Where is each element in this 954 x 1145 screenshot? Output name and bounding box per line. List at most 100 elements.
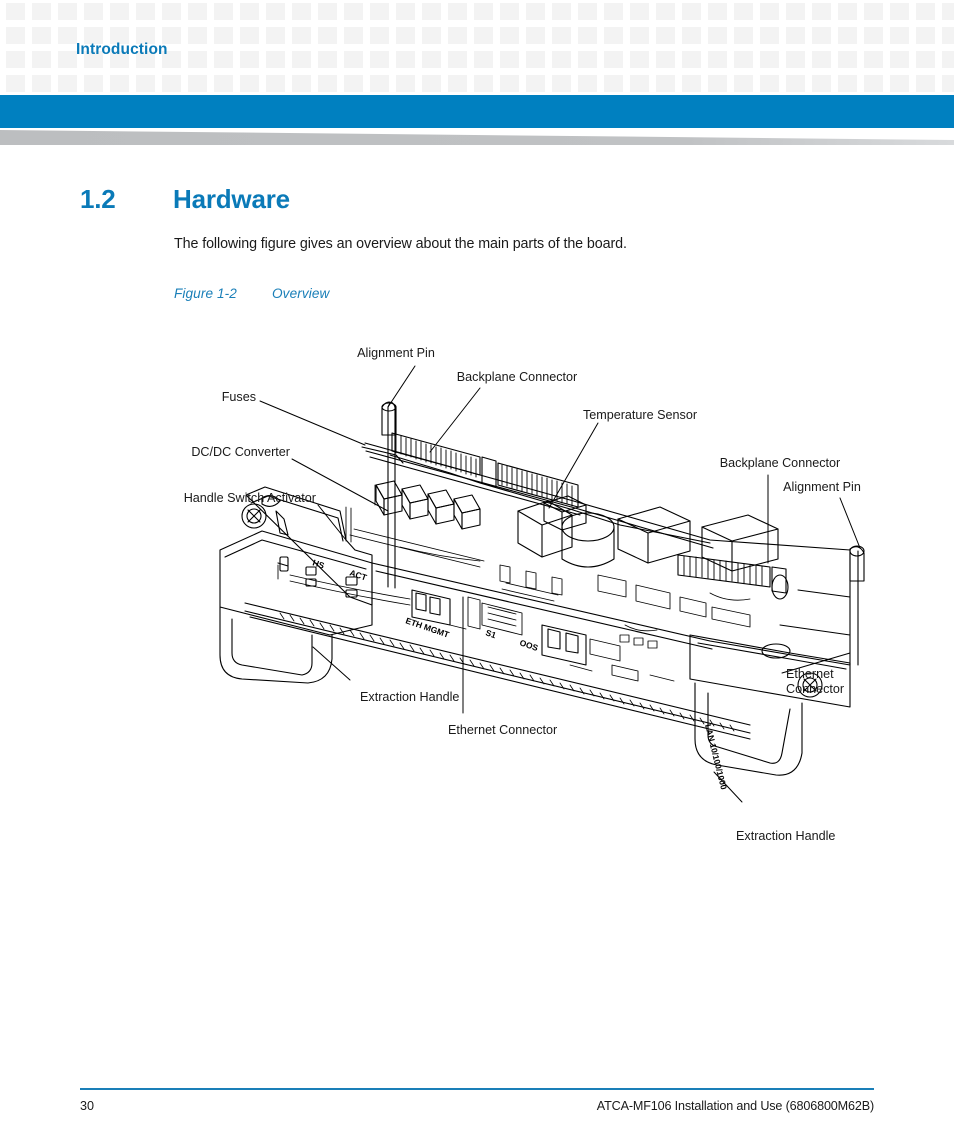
callout-dcdc-converter: DC/DC Converter (191, 445, 290, 459)
header-grid-cell (604, 75, 623, 92)
header-grid-cell (58, 3, 77, 20)
header-grid-cell (84, 3, 103, 20)
header-grid-cell (682, 51, 701, 68)
header-grid-cell (110, 3, 129, 20)
header-grid-cell (916, 75, 935, 92)
callout-extraction-handle-right: Extraction Handle (736, 829, 835, 843)
header-grid-cell (344, 3, 363, 20)
header-grid-cell (370, 3, 389, 20)
header-grid-cell (6, 75, 25, 92)
header-grid-cell (422, 27, 441, 44)
header-grid-cell (734, 27, 753, 44)
header-grid-cell (864, 75, 883, 92)
header-grid-cell (734, 3, 753, 20)
header-grid-cell (604, 51, 623, 68)
header-grid-cell (838, 27, 857, 44)
header-grid-cell (864, 51, 883, 68)
header-grid-cell (630, 75, 649, 92)
header-grid-cell (838, 51, 857, 68)
header-grid-cell (578, 51, 597, 68)
header-grid-cell (916, 27, 935, 44)
header-grid-cell (942, 51, 954, 68)
header-grid-cell (812, 3, 831, 20)
callout-extraction-handle-left: Extraction Handle (360, 690, 459, 704)
header-grid-cell (188, 51, 207, 68)
header-grid-cell (838, 3, 857, 20)
header-grid-cell (526, 27, 545, 44)
header-grid-cell (890, 75, 909, 92)
callout-ethernet-connector-right-line1: Ethernet (786, 667, 834, 681)
header-grid-cell (344, 51, 363, 68)
figure-caption-text: Overview (272, 286, 330, 301)
header-grid-cell (370, 27, 389, 44)
faceplate-label-oos: OOS (518, 637, 539, 653)
callout-fuses: Fuses (222, 390, 256, 404)
header-grid-cell (656, 51, 675, 68)
header-grid-cell (32, 75, 51, 92)
header-grid-cell (422, 51, 441, 68)
header-grid-cell (58, 75, 77, 92)
header-grid-cell (266, 27, 285, 44)
header-grid-cell (760, 51, 779, 68)
footer-page-number: 30 (80, 1099, 95, 1113)
header-grid-cell (214, 75, 233, 92)
header-grid-cell (552, 3, 571, 20)
header-grid-cell (786, 75, 805, 92)
header-grid-cell (526, 3, 545, 20)
header-grid-cell (734, 51, 753, 68)
header-grid-cell (890, 3, 909, 20)
header-grid-cell (760, 27, 779, 44)
header-grid-cell (58, 51, 77, 68)
figure-caption: Figure 1-2 Overview (174, 286, 329, 301)
header-grid-cell (526, 51, 545, 68)
header-grid-cell (656, 75, 675, 92)
header-grid-cell (32, 51, 51, 68)
callout-ethernet-connector-center: Ethernet Connector (448, 723, 557, 737)
header-grid-cell (682, 75, 701, 92)
header-grid-cell (6, 3, 25, 20)
header-grid-cell (656, 27, 675, 44)
header-accent-bar (0, 95, 954, 128)
header-grid-cell (630, 27, 649, 44)
header-grid-cell (500, 27, 519, 44)
callout-ethernet-connector-right-line2: Connector (786, 682, 844, 696)
header-grid-cell (422, 75, 441, 92)
header-grid-cell (448, 27, 467, 44)
header-grid-cell (474, 27, 493, 44)
header-grid-cell (578, 75, 597, 92)
footer-document-title: ATCA-MF106 Installation and Use (6806800… (596, 1099, 874, 1113)
header-grid-cell (500, 75, 519, 92)
callout-alignment-pin-top: Alignment Pin (357, 346, 435, 360)
header-grid-cell (6, 51, 25, 68)
header-grid-cell (292, 51, 311, 68)
header-grid-cell (942, 3, 954, 20)
faceplate-label-act: ACT (348, 567, 369, 582)
header-grid-cell (162, 75, 181, 92)
header-grid-cell (58, 27, 77, 44)
header-grid-cell (708, 3, 727, 20)
header-grid-cell (318, 51, 337, 68)
header-grid-cell (786, 3, 805, 20)
faceplate-label-hs: HS (311, 557, 326, 570)
header-gray-wedge (0, 130, 954, 147)
header-grid-cell (266, 75, 285, 92)
header-grid-cell (630, 3, 649, 20)
header-grid-cell (786, 51, 805, 68)
header-grid-cell (552, 27, 571, 44)
callout-handle-switch-activator: Handle Switch Activator (184, 491, 316, 505)
header-grid-cell (344, 27, 363, 44)
faceplate-label-s1: S1 (484, 627, 497, 640)
header-grid-cell (318, 3, 337, 20)
header-grid-cell (162, 3, 181, 20)
header-grid-cell (786, 27, 805, 44)
callout-temperature-sensor: Temperature Sensor (583, 408, 697, 422)
header-grid-cell (812, 51, 831, 68)
chapter-title: Introduction (76, 41, 168, 58)
header-grid-cell (812, 27, 831, 44)
header-grid-cell (136, 75, 155, 92)
header-grid-cell (110, 75, 129, 92)
header-grid-cell (552, 51, 571, 68)
header-grid-cell (552, 75, 571, 92)
header-grid-cell (578, 3, 597, 20)
header-grid-cell (604, 27, 623, 44)
